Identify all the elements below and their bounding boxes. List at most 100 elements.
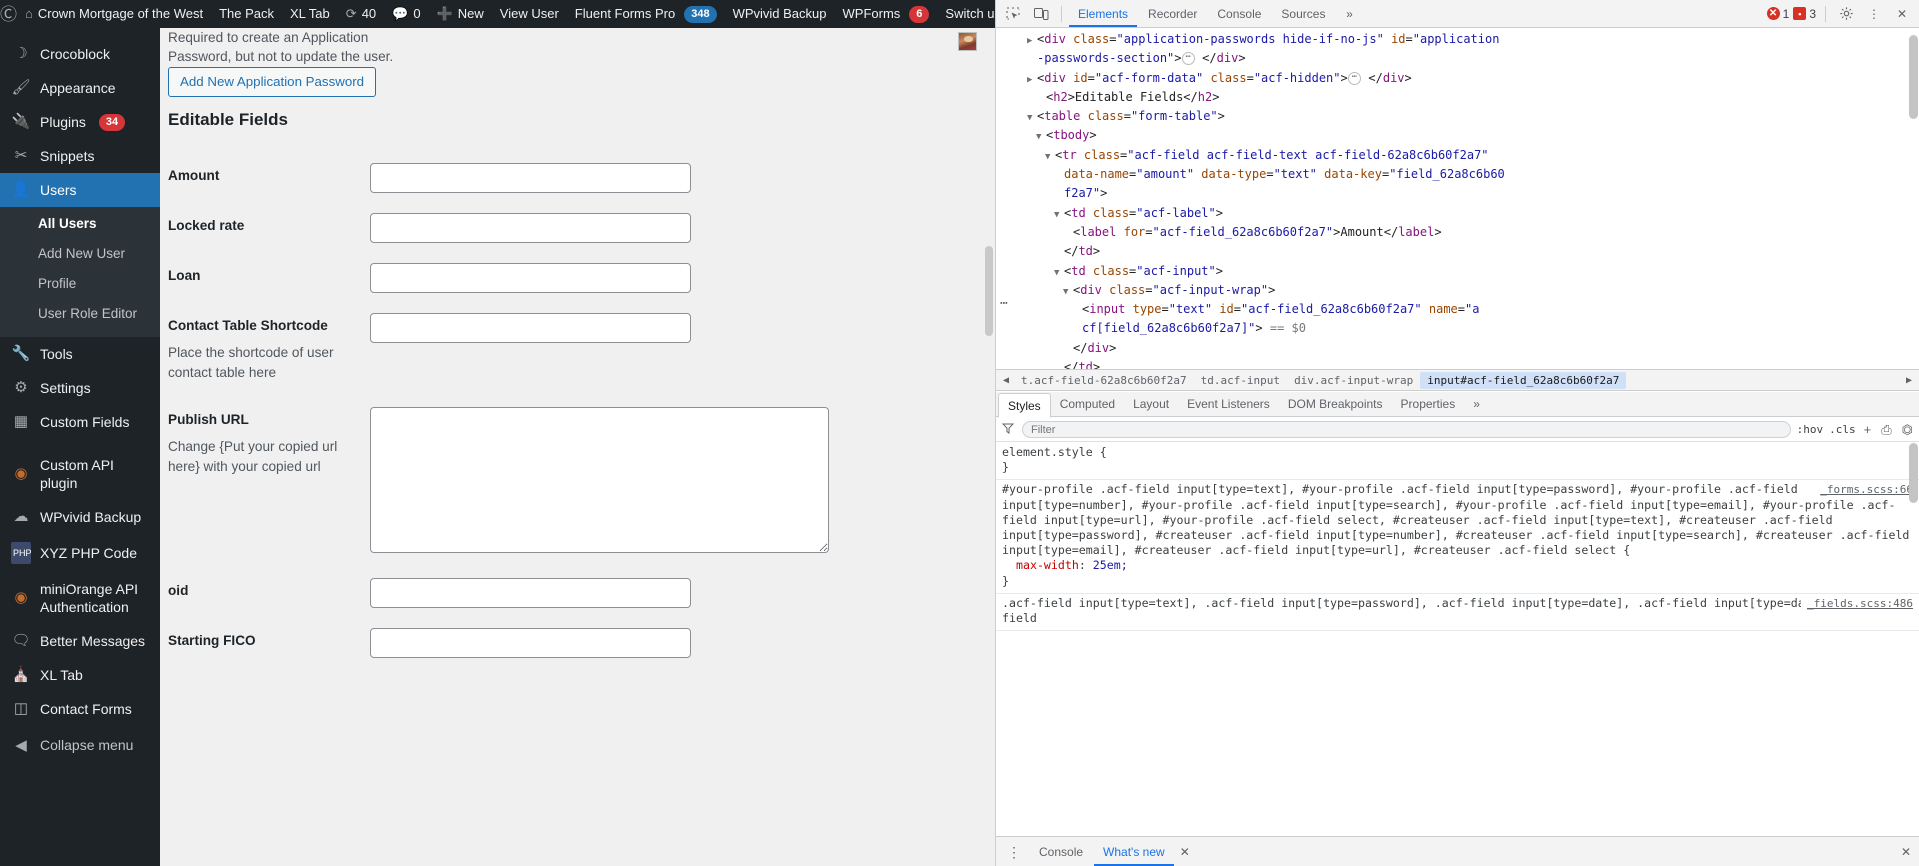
dom-tree-line[interactable]: f2a7">	[996, 185, 1919, 204]
inspect-element-icon[interactable]	[1000, 2, 1026, 26]
submenu-item-user-role-editor[interactable]: User Role Editor	[0, 299, 160, 329]
toggle-sidebar-icon[interactable]: ⏣	[1900, 422, 1915, 438]
page-scrollbar-thumb[interactable]	[985, 246, 993, 336]
more-vertical-icon[interactable]: ⋮	[1861, 2, 1887, 26]
admin-bar-site-name[interactable]: ⌂ Crown Mortgage of the West	[17, 0, 211, 28]
css-source-link-forms[interactable]: _forms.scss:66	[1814, 482, 1913, 498]
twisty-placeholder[interactable]	[1036, 91, 1046, 108]
sidebar-item-better-messages[interactable]: 🗨 Better Messages	[0, 624, 160, 658]
dom-tree-line[interactable]: ▼ <td class="acf-label">	[996, 205, 1919, 224]
drawer-tab-console[interactable]: Console	[1030, 838, 1092, 866]
chevron-double-right-icon[interactable]: »	[1336, 2, 1362, 26]
plus-icon[interactable]: +	[1862, 422, 1874, 437]
twisty-placeholder[interactable]	[1072, 303, 1082, 320]
breadcrumb-item-1[interactable]: td.acf-input	[1194, 372, 1287, 389]
css-selector-forms[interactable]: #your-profile .acf-field input[type=text…	[1002, 482, 1913, 558]
admin-bar-xl-tab[interactable]: XL Tab	[282, 0, 338, 28]
admin-bar-comments[interactable]: 💬 0	[384, 0, 428, 28]
cls-toggle[interactable]: .cls	[1829, 423, 1856, 436]
styles-more-tabs-icon[interactable]: »	[1464, 392, 1489, 416]
tab-recorder[interactable]: Recorder	[1139, 1, 1206, 27]
twisty-collapsed-icon[interactable]: ▶	[1027, 72, 1037, 89]
tab-properties[interactable]: Properties	[1392, 392, 1465, 416]
admin-bar-the-pack[interactable]: The Pack	[211, 0, 282, 28]
twisty-expanded-icon[interactable]: ▼	[1045, 149, 1055, 166]
dom-tree-line[interactable]: <label for="acf-field_62a8c6b60f2a7">Amo…	[996, 224, 1919, 243]
admin-bar-new[interactable]: ➕ New	[429, 0, 492, 28]
dom-tree[interactable]: ▶ <div class="application-passwords hide-…	[996, 29, 1919, 369]
copy-styles-icon[interactable]: ⎙	[1879, 422, 1893, 438]
twisty-expanded-icon[interactable]: ▼	[1063, 284, 1073, 301]
css-source-link-fields[interactable]: _fields.scss:486	[1801, 595, 1913, 612]
css-selector-element-style[interactable]: element.style {	[1002, 445, 1913, 460]
dom-node-menu-icon[interactable]: ⋯	[1000, 295, 1009, 312]
add-new-application-password-button[interactable]: Add New Application Password	[168, 67, 377, 97]
sidebar-item-custom-api-plugin[interactable]: ◉ Custom API plugin	[0, 448, 160, 500]
twisty-expanded-icon[interactable]: ▼	[1054, 207, 1064, 224]
tab-layout[interactable]: Layout	[1124, 392, 1178, 416]
dom-tree-line[interactable]: </div>	[996, 340, 1919, 359]
tab-styles[interactable]: Styles	[998, 392, 1051, 418]
sidebar-item-crocoblock[interactable]: ☽ Crocoblock	[0, 37, 160, 71]
twisty-placeholder[interactable]	[1072, 322, 1082, 339]
tab-dom-breakpoints[interactable]: DOM Breakpoints	[1279, 392, 1392, 416]
close-icon[interactable]: ✕	[1889, 2, 1915, 26]
dom-tree-line[interactable]: <h2>Editable Fields</h2>	[996, 89, 1919, 108]
tab-elements[interactable]: Elements	[1069, 1, 1137, 27]
tab-sources[interactable]: Sources	[1272, 1, 1334, 27]
dom-tree-scrollbar-thumb[interactable]	[1909, 35, 1918, 119]
twisty-placeholder[interactable]	[1054, 245, 1064, 262]
hov-toggle[interactable]: :hov	[1797, 423, 1824, 436]
styles-scrollbar-thumb[interactable]	[1909, 443, 1918, 503]
dom-tree-line[interactable]: data-name="amount" data-type="text" data…	[996, 166, 1919, 185]
sidebar-item-snippets[interactable]: ✂ Snippets	[0, 139, 160, 173]
tab-computed[interactable]: Computed	[1051, 392, 1124, 416]
twisty-placeholder[interactable]	[1063, 226, 1073, 243]
dom-tree-line[interactable]: ▼ <tbody>	[996, 127, 1919, 146]
field-input-starting-fico[interactable]	[370, 628, 691, 658]
twisty-placeholder[interactable]	[1063, 342, 1073, 359]
admin-bar-wpvivid-backup[interactable]: WPvivid Backup	[725, 0, 835, 28]
drawer-tab-whats-new[interactable]: What's new	[1094, 838, 1174, 866]
chevron-right-icon[interactable]: ▶	[1901, 375, 1917, 386]
twisty-expanded-icon[interactable]: ▼	[1036, 129, 1046, 146]
admin-bar-switch-user[interactable]: Switch user	[937, 0, 995, 28]
css-declaration-max-width[interactable]: max-width: 25em;	[1002, 558, 1913, 573]
admin-bar-view-user[interactable]: View User	[492, 0, 567, 28]
admin-bar-fluent-forms-pro[interactable]: Fluent Forms Pro 348	[567, 0, 725, 28]
dom-tree-line[interactable]: ▼ <tr class="acf-field acf-field-text acf…	[996, 147, 1919, 166]
sidebar-item-wpvivid-backup[interactable]: ☁ WPvivid Backup	[0, 500, 160, 534]
twisty-expanded-icon[interactable]: ▼	[1054, 265, 1064, 282]
dom-tree-line[interactable]: ▶ <div id="acf-form-data" class="acf-hidd…	[996, 70, 1919, 89]
dom-tree-line[interactable]: cf[field_62a8c6b60f2a7]"> == $0	[996, 320, 1919, 339]
admin-bar-updates[interactable]: ⟳ 40	[338, 0, 384, 28]
drawer-more-vertical-icon[interactable]: ⋮	[1000, 845, 1028, 859]
field-input-locked-rate[interactable]	[370, 213, 691, 243]
sidebar-item-xyz-php-code[interactable]: PHP XYZ PHP Code	[0, 534, 160, 572]
field-input-publish-url[interactable]	[370, 407, 829, 553]
tab-console[interactable]: Console	[1208, 1, 1270, 27]
gear-icon[interactable]	[1833, 2, 1859, 26]
field-input-oid[interactable]	[370, 578, 691, 608]
drawer-tab-close-icon[interactable]: ✕	[1176, 845, 1194, 859]
submenu-item-add-new-user[interactable]: Add New User	[0, 239, 160, 269]
submenu-item-all-users[interactable]: All Users	[0, 209, 160, 239]
device-toolbar-icon[interactable]	[1028, 2, 1054, 26]
dom-tree-line[interactable]: -passwords-section"> ⋯ </div>	[996, 50, 1919, 69]
sidebar-item-appearance[interactable]: 🖌 Appearance	[0, 71, 160, 105]
tab-event-listeners[interactable]: Event Listeners	[1178, 392, 1279, 416]
dom-tree-line[interactable]: <input type="text" id="acf-field_62a8c6b…	[996, 301, 1919, 320]
sidebar-item-plugins[interactable]: 🔌 Plugins 34	[0, 105, 160, 139]
warning-count-badge[interactable]: ▪ 3	[1793, 7, 1816, 21]
dom-tree-line[interactable]: </td>	[996, 359, 1919, 369]
twisty-placeholder[interactable]	[1054, 187, 1064, 204]
dom-tree-line[interactable]: </td>	[996, 243, 1919, 262]
dom-tree-line[interactable]: ▼ <div class="acf-input-wrap">	[996, 282, 1919, 301]
dom-tree-line[interactable]: ▼ <table class="form-table">	[996, 108, 1919, 127]
sidebar-item-custom-fields[interactable]: ▦ Custom Fields	[0, 405, 160, 439]
drawer-close-icon[interactable]: ✕	[1897, 845, 1915, 859]
field-input-loan[interactable]	[370, 263, 691, 293]
css-selector-fields[interactable]: .acf-field input[type=text], .acf-field …	[1002, 596, 1913, 626]
sidebar-item-miniorange-api-authentication[interactable]: ◉ miniOrange API Authentication	[0, 572, 160, 624]
breadcrumb-item-0[interactable]: t.acf-field-62a8c6b60f2a7	[1014, 372, 1194, 389]
